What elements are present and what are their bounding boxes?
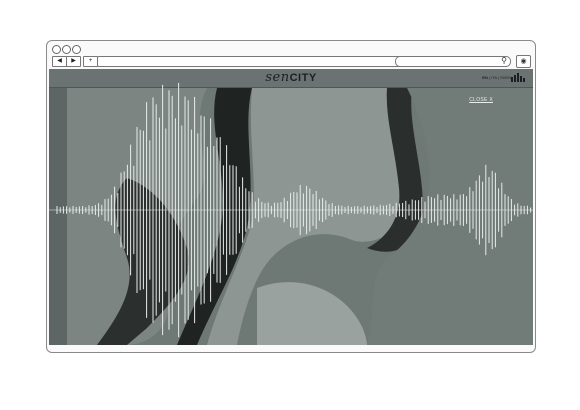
back-button[interactable]: ◀ — [52, 56, 67, 67]
forward-button[interactable]: ▶ — [66, 56, 81, 67]
browser-window: ◀ ▶ + ↻ ⚲ ◉ senCITY EN | ITA | SVEN — [46, 40, 536, 353]
window-minimize-dot[interactable] — [62, 45, 71, 54]
url-bar[interactable]: ↻ — [97, 56, 431, 67]
audio-waveform — [49, 82, 533, 338]
close-button[interactable]: CLOSE X — [469, 97, 493, 103]
settings-icon[interactable]: ◉ — [516, 55, 531, 68]
search-icon[interactable]: ⚲ — [501, 56, 507, 65]
new-tab-button[interactable]: + — [83, 56, 98, 67]
window-maximize-dot[interactable] — [72, 45, 81, 54]
window-close-dot[interactable] — [52, 45, 61, 54]
search-input[interactable]: ⚲ — [395, 56, 511, 67]
browser-toolbar: ◀ ▶ + ↻ ⚲ ◉ — [47, 41, 535, 68]
page-viewport: senCITY EN | ITA | SVEN CLOSE X — [49, 69, 533, 345]
